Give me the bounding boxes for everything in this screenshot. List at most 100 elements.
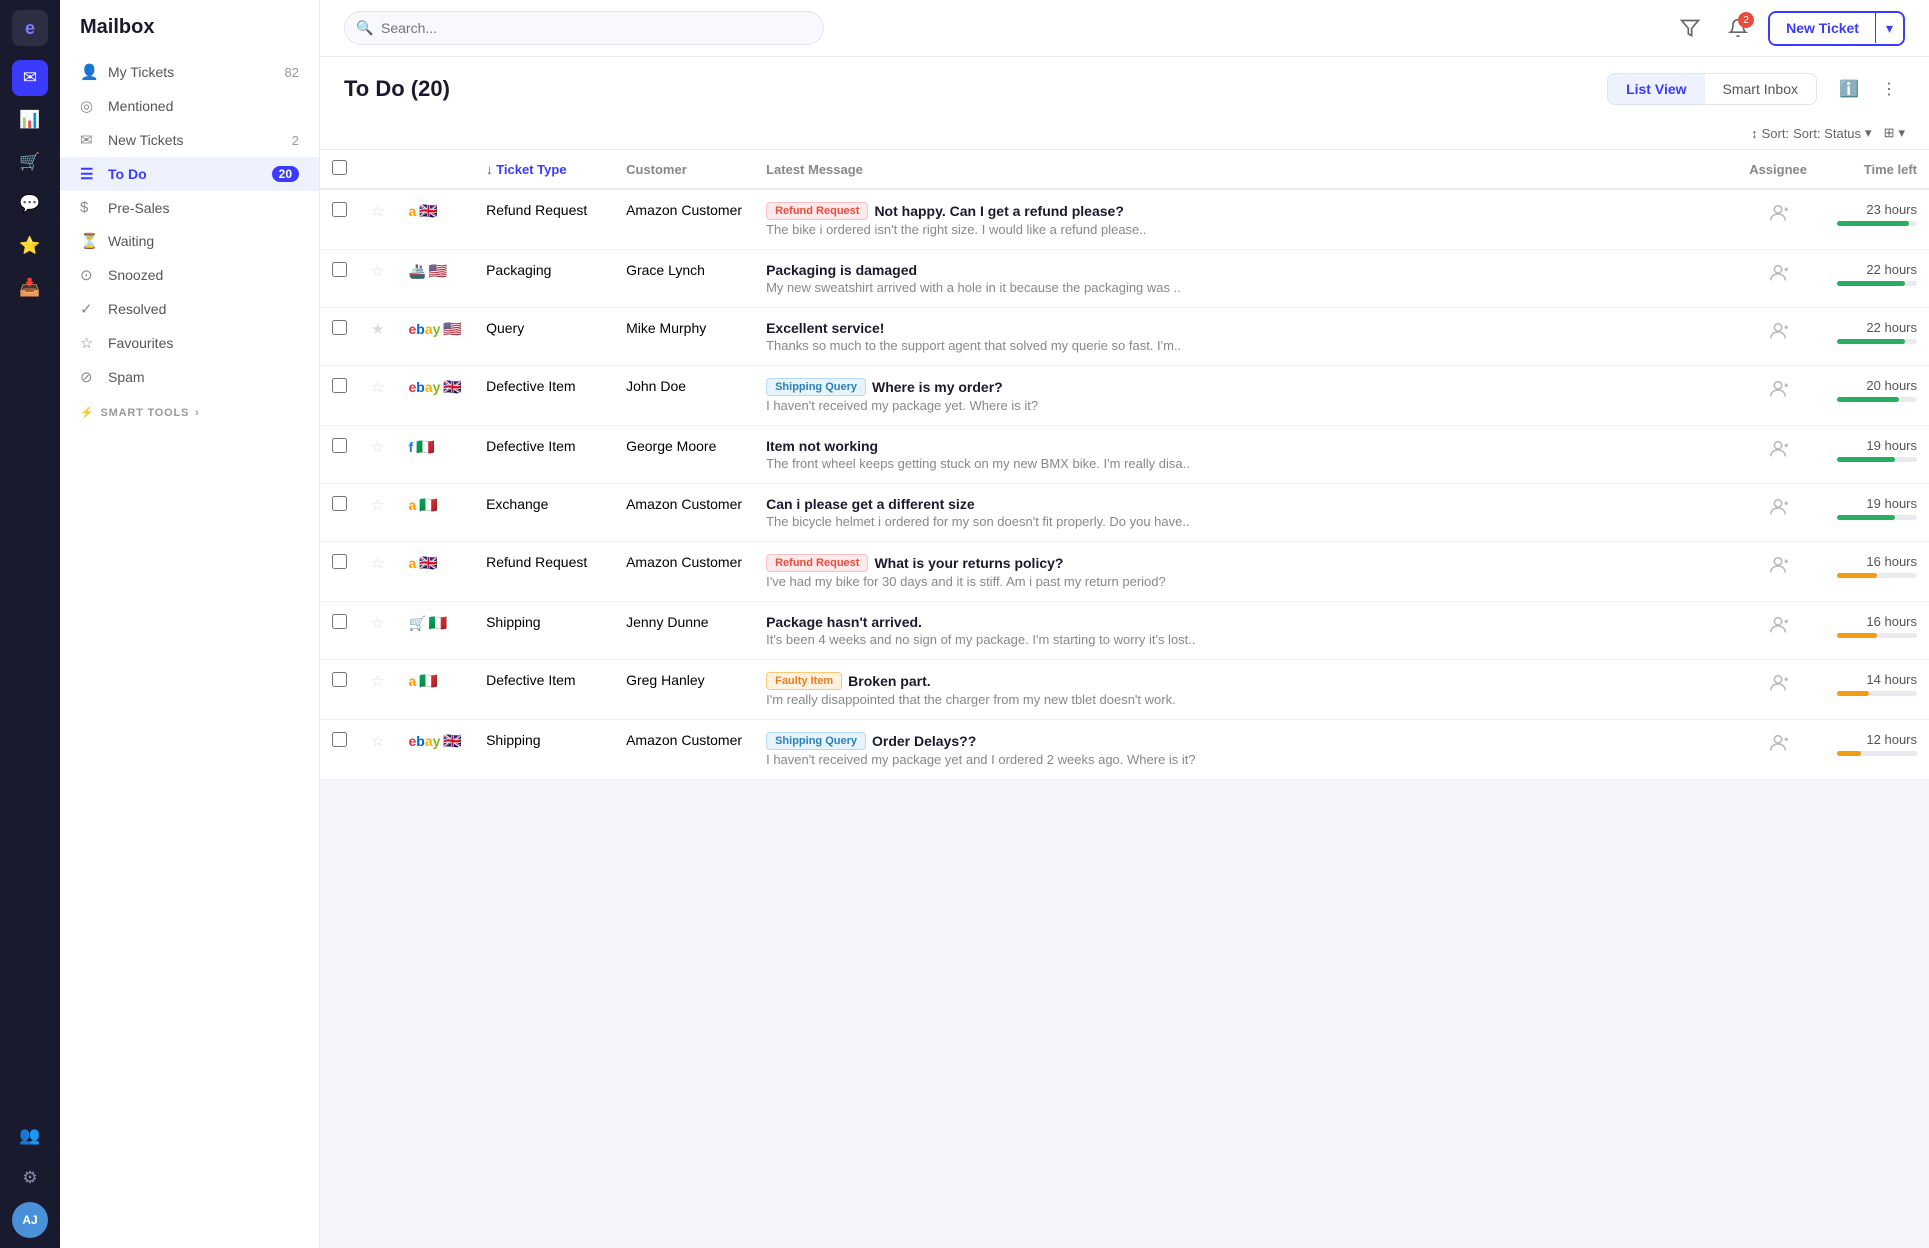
- row-message-cell[interactable]: Item not working The front wheel keeps g…: [754, 426, 1737, 484]
- row-checkbox-2[interactable]: [332, 320, 347, 335]
- search-input[interactable]: [344, 11, 824, 45]
- channel-icon-7: 🛒: [408, 615, 425, 632]
- row-checkbox-7[interactable]: [332, 614, 347, 629]
- customer-name-0: Amazon Customer: [626, 202, 742, 218]
- nav-icon-inbox[interactable]: 📥: [12, 270, 48, 306]
- row-checkbox-8[interactable]: [332, 672, 347, 687]
- row-checkbox-5[interactable]: [332, 496, 347, 511]
- star-icon-3[interactable]: ☆: [371, 379, 384, 396]
- assign-button-8[interactable]: [1767, 678, 1789, 698]
- sidebar-item-favourites[interactable]: ☆ Favourites: [60, 326, 319, 360]
- more-options-button[interactable]: ⋮: [1873, 73, 1905, 105]
- row-checkbox-6[interactable]: [332, 554, 347, 569]
- sidebar-item-snoozed[interactable]: ⊙ Snoozed: [60, 258, 319, 292]
- row-message-cell[interactable]: Excellent service! Thanks so much to the…: [754, 308, 1737, 366]
- row-message-cell[interactable]: Shipping Query Where is my order? I have…: [754, 366, 1737, 426]
- sidebar-count-new-tickets: 2: [292, 133, 299, 148]
- sidebar-item-resolved[interactable]: ✓ Resolved: [60, 292, 319, 326]
- row-message-cell[interactable]: Faulty Item Broken part. I'm really disa…: [754, 660, 1737, 720]
- select-all-checkbox[interactable]: [332, 160, 347, 175]
- time-cell-9: 12 hours: [1831, 732, 1917, 756]
- row-checkbox-4[interactable]: [332, 438, 347, 453]
- row-time-cell: 22 hours: [1819, 250, 1929, 308]
- nav-icon-mailbox[interactable]: ✉: [12, 60, 48, 96]
- assign-button-7[interactable]: [1767, 620, 1789, 640]
- row-checkbox-0[interactable]: [332, 202, 347, 217]
- star-icon-0[interactable]: ☆: [371, 203, 384, 220]
- user-avatar[interactable]: AJ: [12, 1202, 48, 1238]
- time-bar-bg-7: [1837, 633, 1917, 638]
- row-message-cell[interactable]: Refund Request Not happy. Can I get a re…: [754, 189, 1737, 250]
- nav-icon-analytics[interactable]: 📊: [12, 102, 48, 138]
- grid-view-button[interactable]: ⊞ ▾: [1884, 125, 1905, 141]
- table-row: ☆ a 🇮🇹 Defective ItemGreg HanleyFaulty I…: [320, 660, 1929, 720]
- row-assignee-cell: [1737, 308, 1819, 366]
- row-type-cell: Query: [474, 308, 614, 366]
- sidebar-item-mentioned[interactable]: ◎ Mentioned: [60, 89, 319, 123]
- sidebar-item-waiting[interactable]: ⏳ Waiting: [60, 224, 319, 258]
- nav-icon-settings[interactable]: ⚙: [12, 1160, 48, 1196]
- channel-icons-8: a 🇮🇹: [408, 672, 462, 690]
- star-icon-4[interactable]: ☆: [371, 439, 384, 456]
- star-icon-8[interactable]: ☆: [371, 673, 384, 690]
- time-bar-1: [1837, 281, 1905, 286]
- assign-button-9[interactable]: [1767, 738, 1789, 758]
- row-checkbox-1[interactable]: [332, 262, 347, 277]
- row-checkbox-3[interactable]: [332, 378, 347, 393]
- time-bar-bg-1: [1837, 281, 1917, 286]
- row-assignee-cell: [1737, 250, 1819, 308]
- assign-button-0[interactable]: [1767, 208, 1789, 228]
- time-cell-5: 19 hours: [1831, 496, 1917, 520]
- sidebar: Mailbox 👤 My Tickets 82 ◎ Mentioned ✉ Ne…: [60, 0, 320, 1248]
- smart-tools-section[interactable]: ⚡ SMART TOOLS ›: [60, 394, 319, 423]
- star-icon-9[interactable]: ☆: [371, 733, 384, 750]
- row-message-cell[interactable]: Can i please get a different size The bi…: [754, 484, 1737, 542]
- nav-icon-add-user[interactable]: 👥: [12, 1118, 48, 1154]
- row-message-cell[interactable]: Packaging is damaged My new sweatshirt a…: [754, 250, 1737, 308]
- tab-smart-inbox[interactable]: Smart Inbox: [1705, 74, 1816, 104]
- assign-button-3[interactable]: [1767, 384, 1789, 404]
- sidebar-label-pre-sales: Pre-Sales: [108, 200, 299, 216]
- nav-icon-chat[interactable]: 💬: [12, 186, 48, 222]
- star-icon-5[interactable]: ☆: [371, 497, 384, 514]
- row-star-cell: ★: [359, 308, 396, 366]
- assign-button-4[interactable]: [1767, 444, 1789, 464]
- nav-icon-star[interactable]: ⭐: [12, 228, 48, 264]
- channel-icons-2: ebay 🇺🇸: [408, 320, 462, 338]
- sidebar-item-my-tickets[interactable]: 👤 My Tickets 82: [60, 55, 319, 89]
- th-ticket-type[interactable]: ↓ Ticket Type: [474, 150, 614, 189]
- row-message-cell[interactable]: Package hasn't arrived. It's been 4 week…: [754, 602, 1737, 660]
- new-ticket-dropdown-button[interactable]: ▾: [1876, 13, 1903, 44]
- assign-button-5[interactable]: [1767, 502, 1789, 522]
- sidebar-label-mentioned: Mentioned: [108, 98, 299, 114]
- star-icon-6[interactable]: ☆: [371, 555, 384, 572]
- filter-button[interactable]: [1672, 10, 1708, 46]
- sidebar-item-to-do[interactable]: ☰ To Do 20: [60, 157, 319, 191]
- sort-button[interactable]: ↕ Sort: Sort: Status ▾: [1751, 125, 1871, 141]
- star-icon-2[interactable]: ★: [371, 321, 384, 338]
- row-time-cell: 19 hours: [1819, 426, 1929, 484]
- spam-icon: ⊘: [80, 368, 98, 386]
- sidebar-item-new-tickets[interactable]: ✉ New Tickets 2: [60, 123, 319, 157]
- star-icon-7[interactable]: ☆: [371, 615, 384, 632]
- assign-button-2[interactable]: [1767, 326, 1789, 346]
- assign-button-1[interactable]: [1767, 268, 1789, 288]
- info-button[interactable]: ℹ️: [1833, 73, 1865, 105]
- row-star-cell: ☆: [359, 602, 396, 660]
- star-icon-1[interactable]: ☆: [371, 263, 384, 280]
- row-message-cell[interactable]: Refund Request What is your returns poli…: [754, 542, 1737, 602]
- sidebar-item-spam[interactable]: ⊘ Spam: [60, 360, 319, 394]
- nav-icon-orders[interactable]: 🛒: [12, 144, 48, 180]
- row-time-cell: 22 hours: [1819, 308, 1929, 366]
- notification-button[interactable]: 2: [1720, 10, 1756, 46]
- row-message-cell[interactable]: Shipping Query Order Delays?? I haven't …: [754, 720, 1737, 780]
- row-checkbox-9[interactable]: [332, 732, 347, 747]
- sidebar-item-pre-sales[interactable]: $ Pre-Sales: [60, 191, 319, 224]
- tab-list-view[interactable]: List View: [1608, 74, 1704, 104]
- new-ticket-main-button[interactable]: New Ticket: [1770, 13, 1876, 43]
- ticket-tag-0: Refund Request: [766, 202, 868, 220]
- time-bar-bg-9: [1837, 751, 1917, 756]
- assign-button-6[interactable]: [1767, 560, 1789, 580]
- new-ticket-button-group: New Ticket ▾: [1768, 11, 1905, 46]
- sort-arrow-icon: ↓: [486, 162, 493, 177]
